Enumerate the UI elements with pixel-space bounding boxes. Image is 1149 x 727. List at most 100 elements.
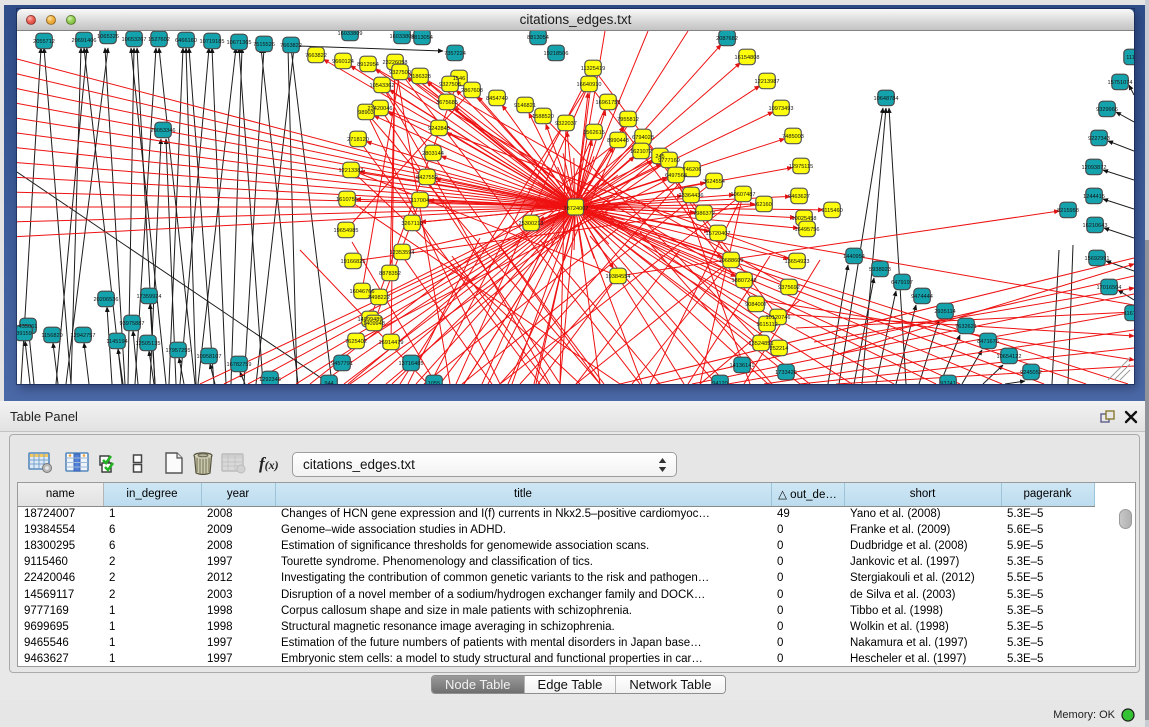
svg-text:117004: 117004 <box>411 198 429 204</box>
svg-text:1610755: 1610755 <box>336 197 358 203</box>
svg-text:17957255: 17957255 <box>166 348 191 354</box>
svg-text:13716485: 13716485 <box>399 361 424 367</box>
svg-text:12353594: 12353594 <box>390 250 415 256</box>
svg-text:1527602: 1527602 <box>148 37 170 43</box>
svg-text:8471676: 8471676 <box>977 339 999 345</box>
svg-text:9777169: 9777169 <box>658 158 680 164</box>
svg-text:17359924: 17359924 <box>137 294 162 300</box>
svg-text:6479197: 6479197 <box>891 280 913 286</box>
svg-text:1562615: 1562615 <box>583 130 605 136</box>
svg-text:3675685: 3675685 <box>436 100 458 106</box>
svg-text:7663822: 7663822 <box>305 53 327 59</box>
svg-text:2935114: 2935114 <box>934 309 955 315</box>
svg-text:7357224: 7357224 <box>444 51 466 57</box>
svg-text:9115460: 9115460 <box>821 208 842 214</box>
svg-text:9660124: 9660124 <box>332 59 354 65</box>
svg-text:2055712: 2055712 <box>33 39 55 45</box>
svg-text:252214: 252214 <box>770 346 789 352</box>
svg-text:15692991: 15692991 <box>1085 256 1110 262</box>
svg-text:20053346: 20053346 <box>151 128 176 134</box>
svg-text:9375692: 9375692 <box>778 285 800 291</box>
svg-text:16782759: 16782759 <box>227 362 252 368</box>
svg-text:1244415: 1244415 <box>1083 194 1105 200</box>
svg-text:9322037: 9322037 <box>555 121 577 127</box>
svg-text:15751074: 15751074 <box>1108 80 1133 86</box>
svg-text:1065326: 1065326 <box>97 34 119 40</box>
svg-text:3498222: 3498222 <box>368 295 390 301</box>
svg-text:2867608: 2867608 <box>461 88 483 94</box>
svg-text:9327508: 9327508 <box>439 82 461 88</box>
svg-text:2087682: 2087682 <box>716 36 738 42</box>
svg-text:20691406: 20691406 <box>72 38 97 44</box>
svg-text:7663822: 7663822 <box>280 43 302 49</box>
svg-text:2718120: 2718120 <box>347 137 369 143</box>
svg-text:9474444: 9474444 <box>911 294 933 300</box>
svg-text:16210643: 16210643 <box>1083 223 1108 229</box>
svg-text:9329966: 9329966 <box>1096 107 1118 113</box>
svg-text:15720407: 15720407 <box>706 231 731 237</box>
svg-text:1409948: 1409948 <box>363 321 385 327</box>
svg-text:9227343: 9227343 <box>1088 136 1110 142</box>
svg-text:93975887: 93975887 <box>120 321 145 327</box>
svg-text:12213987: 12213987 <box>755 79 780 85</box>
svg-text:10671365: 10671365 <box>227 40 252 46</box>
svg-text:9457791: 9457791 <box>331 361 353 367</box>
svg-text:10607487: 10607487 <box>731 192 756 198</box>
svg-text:1156829: 1156829 <box>41 333 62 339</box>
svg-text:18807249: 18807249 <box>732 278 757 284</box>
svg-text:9245052: 9245052 <box>1020 370 1042 376</box>
svg-text:98903: 98903 <box>358 110 374 116</box>
svg-text:94120: 94120 <box>712 381 728 384</box>
svg-text:3267110: 3267110 <box>401 221 422 227</box>
svg-text:116753: 116753 <box>1124 311 1134 317</box>
svg-text:19166825: 19166825 <box>341 259 366 265</box>
svg-text:62160: 62160 <box>756 202 772 208</box>
svg-text:1733426: 1733426 <box>775 370 797 376</box>
svg-text:23364436: 23364436 <box>679 193 704 199</box>
svg-text:7986372: 7986372 <box>693 211 715 217</box>
svg-text:8454749: 8454749 <box>486 96 508 102</box>
svg-text:1112: 1112 <box>1126 55 1134 61</box>
svg-text:2803144: 2803144 <box>422 151 444 157</box>
svg-text:1292346: 1292346 <box>259 377 281 383</box>
svg-text:17016504: 17016504 <box>1097 285 1122 291</box>
svg-text:7955812: 7955812 <box>617 117 639 123</box>
svg-text:3624554: 3624554 <box>703 179 725 185</box>
svg-text:25300213: 25300213 <box>519 221 544 227</box>
svg-text:7515526: 7515526 <box>253 42 275 48</box>
svg-text:10543362: 10543362 <box>370 83 395 89</box>
svg-text:20206536: 20206536 <box>94 297 119 303</box>
svg-text:9242845: 9242845 <box>428 126 450 132</box>
svg-text:1145194: 1145194 <box>106 339 127 345</box>
svg-text:12505135: 12505135 <box>136 341 161 347</box>
svg-text:10973493: 10973493 <box>769 106 794 112</box>
svg-text:5938923: 5938923 <box>869 267 891 273</box>
svg-text:6794028: 6794028 <box>632 135 654 141</box>
svg-text:16640910: 16640910 <box>577 82 602 88</box>
svg-text:16154808: 16154808 <box>735 55 760 61</box>
svg-text:12975115: 12975115 <box>789 164 813 170</box>
svg-text:435061: 435061 <box>19 324 38 330</box>
svg-text:19654985: 19654985 <box>334 228 359 234</box>
svg-text:39159: 39159 <box>17 331 32 337</box>
svg-text:1588520: 1588520 <box>532 114 554 120</box>
svg-text:8912954: 8912954 <box>357 62 379 68</box>
svg-text:1440954: 1440954 <box>843 254 865 260</box>
svg-text:14136141: 14136141 <box>730 363 755 369</box>
svg-text:16495756: 16495756 <box>795 227 820 233</box>
svg-text:12093872: 12093872 <box>1082 165 1107 171</box>
svg-text:9327500: 9327500 <box>389 70 411 76</box>
svg-text:10958107: 10958107 <box>197 354 222 360</box>
svg-text:16033809: 16033809 <box>338 31 363 37</box>
svg-text:8215958: 8215958 <box>1057 208 1079 214</box>
svg-text:9146821: 9146821 <box>514 103 536 109</box>
svg-text:19218506: 19218506 <box>544 51 569 57</box>
svg-text:7625402: 7625402 <box>345 339 367 345</box>
svg-text:10120746: 10120746 <box>766 315 791 321</box>
svg-text:8878352: 8878352 <box>379 271 401 277</box>
svg-text:11325419: 11325419 <box>581 66 605 72</box>
svg-text:7632621: 7632621 <box>955 324 977 330</box>
svg-text:12942757: 12942757 <box>71 333 96 339</box>
svg-text:12213382: 12213382 <box>339 168 364 174</box>
svg-text:10648784: 10648784 <box>874 96 899 102</box>
